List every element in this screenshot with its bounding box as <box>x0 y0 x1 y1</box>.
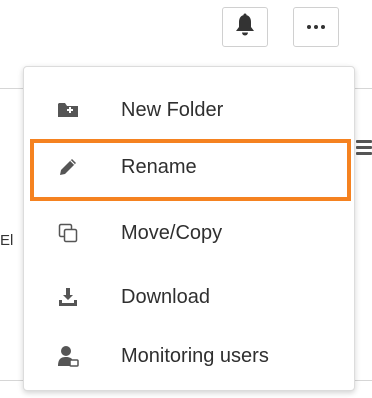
menu-item-rename[interactable]: Rename <box>24 142 354 192</box>
menu-item-label: Rename <box>121 155 197 178</box>
user-monitor-icon <box>57 345 79 367</box>
drag-handle-icon <box>356 140 372 160</box>
notifications-button[interactable] <box>222 7 268 47</box>
menu-item-label: New Folder <box>121 98 224 121</box>
menu-item-label: Download <box>121 285 210 308</box>
copy-icon <box>57 222 79 244</box>
bell-icon <box>234 13 256 42</box>
menu-item-label: Monitoring users <box>121 344 269 367</box>
menu-item-new-folder[interactable]: New Folder <box>24 85 354 135</box>
background-partial-text: El <box>0 232 14 249</box>
menu-item-monitoring-users[interactable]: Monitoring users <box>24 331 354 381</box>
context-menu: New Folder Rename Move/Copy Download Mon… <box>23 66 355 391</box>
download-icon <box>57 286 79 308</box>
folder-plus-icon <box>57 99 79 121</box>
menu-item-move-copy[interactable]: Move/Copy <box>24 208 354 258</box>
pencil-icon <box>57 156 79 178</box>
menu-item-label: Move/Copy <box>121 221 223 244</box>
more-options-button[interactable] <box>293 7 339 47</box>
menu-item-download[interactable]: Download <box>24 272 354 322</box>
ellipsis-icon <box>307 25 325 29</box>
